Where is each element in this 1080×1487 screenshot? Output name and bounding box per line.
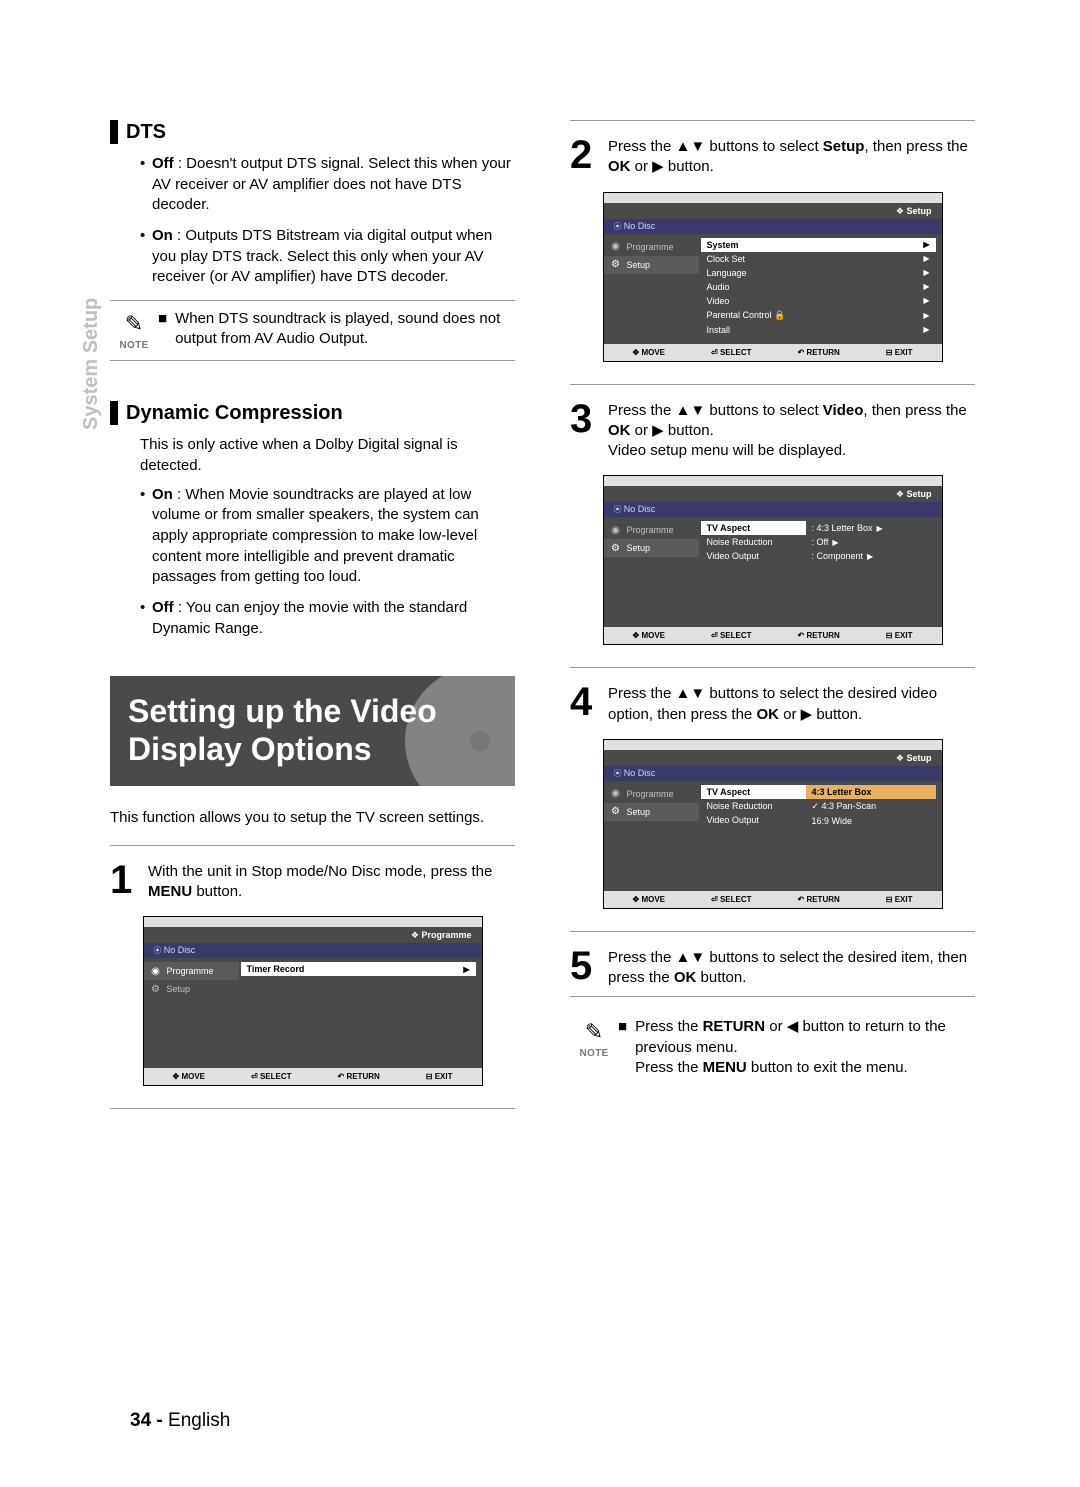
step-1: 1 With the unit in Stop mode/No Disc mod… <box>110 862 515 903</box>
disc-small-icon: ◉ <box>150 965 162 977</box>
divider <box>570 384 975 385</box>
dyncomp-list: On : When Movie soundtracks are played a… <box>110 485 515 640</box>
disc-small-icon: ◉ <box>610 241 622 253</box>
divider <box>570 996 975 997</box>
osd-label: Noise Reduction <box>701 799 806 813</box>
osd-value: : Component▶ <box>806 549 936 563</box>
osd-status: No Disc <box>604 219 942 234</box>
osd-side-programme: ◉Programme <box>604 238 699 256</box>
osd-option: 4:3 Letter Box <box>806 785 936 799</box>
osd-tvaspect-menu: Setup No Disc ◉Programme ⚙Setup TV Aspec… <box>603 739 943 909</box>
dyncomp-intro: This is only active when a Dolby Digital… <box>110 435 515 476</box>
gear-icon: ⚙ <box>610 806 622 818</box>
osd-option: ✓ 4:3 Pan-Scan <box>806 799 936 814</box>
osd-side-setup: ⚙Setup <box>604 539 699 557</box>
gear-icon: ⚙ <box>150 983 162 995</box>
osd-side-programme: ◉Programme <box>604 785 699 803</box>
osd-side-programme: ◉Programme <box>144 962 239 980</box>
step-5: 5 Press the ▲▼ buttons to select the des… <box>570 948 975 989</box>
section-title-box: Setting up the Video Display Options <box>110 676 515 787</box>
dts-heading: DTS <box>110 120 515 144</box>
step-3: 3 Press the ▲▼ buttons to select Video, … <box>570 401 975 462</box>
video-intro: This function allows you to setup the TV… <box>110 808 515 829</box>
osd-status: No Disc <box>604 766 942 781</box>
step-2: 2 Press the ▲▼ buttons to select Setup, … <box>570 137 975 178</box>
osd-legend: ✥ MOVE ⏎ SELECT ↶ RETURN ⊟ EXIT <box>604 891 942 908</box>
osd-side-setup: ⚙Setup <box>144 980 239 998</box>
osd-breadcrumb: Setup <box>604 750 942 766</box>
disc-small-icon: ◉ <box>610 788 622 800</box>
osd-option: 16:9 Wide <box>806 814 936 828</box>
dts-list: Off : Doesn't output DTS signal. Select … <box>110 154 515 288</box>
osd-setup-menu: Setup No Disc ◉Programme ⚙Setup System▶C… <box>603 192 943 362</box>
osd-row: Audio▶ <box>701 280 936 294</box>
note-text: When DTS soundtrack is played, sound doe… <box>175 309 515 350</box>
osd-value: : 4:3 Letter Box▶ <box>806 521 936 535</box>
osd-status: No Disc <box>604 502 942 517</box>
dts-off: Off : Doesn't output DTS signal. Select … <box>140 154 515 216</box>
divider <box>570 931 975 932</box>
osd-row-timer: Timer Record▶ <box>241 962 476 976</box>
note-icon: ✎ NOTE <box>110 309 158 352</box>
divider <box>570 120 975 121</box>
osd-label: Noise Reduction <box>701 535 806 549</box>
section-title: Setting up the Video Display Options <box>128 692 497 769</box>
osd-row: Language▶ <box>701 266 936 280</box>
dyncomp-on: On : When Movie soundtracks are played a… <box>140 485 515 588</box>
page-footer: 34 - English <box>130 1410 230 1432</box>
left-column: DTS Off : Doesn't output DTS signal. Sel… <box>110 120 515 1125</box>
osd-row: Parental Control 🔒▶ <box>701 308 936 323</box>
osd-breadcrumb: Programme <box>144 927 482 943</box>
osd-legend: ✥ MOVE ⏎ SELECT ↶ RETURN ⊟ EXIT <box>144 1068 482 1085</box>
osd-legend: ✥ MOVE ⏎ SELECT ↶ RETURN ⊟ EXIT <box>604 344 942 361</box>
gear-icon: ⚙ <box>610 542 622 554</box>
dyncomp-off: Off : You can enjoy the movie with the s… <box>140 598 515 639</box>
osd-value: : Off▶ <box>806 535 936 549</box>
step-4: 4 Press the ▲▼ buttons to select the des… <box>570 684 975 725</box>
osd-breadcrumb: Setup <box>604 486 942 502</box>
osd-video-menu: Setup No Disc ◉Programme ⚙Setup TV Aspec… <box>603 475 943 645</box>
note-icon: ✎ NOTE <box>570 1017 618 1060</box>
osd-breadcrumb: Setup <box>604 203 942 219</box>
osd-side-setup: ⚙Setup <box>604 256 699 274</box>
osd-row: Clock Set▶ <box>701 252 936 266</box>
divider <box>110 845 515 846</box>
osd-label: TV Aspect <box>701 521 806 535</box>
note-dts: ✎ NOTE ■ When DTS soundtrack is played, … <box>110 300 515 361</box>
osd-label: TV Aspect <box>701 785 806 799</box>
side-tab: System Setup <box>80 298 103 430</box>
step-number: 5 <box>570 948 608 984</box>
osd-legend: ✥ MOVE ⏎ SELECT ↶ RETURN ⊟ EXIT <box>604 627 942 644</box>
osd-row: Install▶ <box>701 323 936 337</box>
content-columns: DTS Off : Doesn't output DTS signal. Sel… <box>110 120 995 1125</box>
step-number: 1 <box>110 862 148 898</box>
osd-side-programme: ◉Programme <box>604 521 699 539</box>
osd-programme: Programme No Disc ◉Programme ⚙Setup Time… <box>143 916 483 1086</box>
disc-small-icon: ◉ <box>610 524 622 536</box>
osd-label: Video Output <box>701 813 806 827</box>
osd-label: Video Output <box>701 549 806 563</box>
step-number: 2 <box>570 137 608 173</box>
right-column: 2 Press the ▲▼ buttons to select Setup, … <box>570 120 975 1125</box>
divider <box>570 667 975 668</box>
step-number: 3 <box>570 401 608 437</box>
osd-status: No Disc <box>144 943 482 958</box>
gear-icon: ⚙ <box>610 259 622 271</box>
osd-row: System▶ <box>701 238 936 252</box>
divider <box>110 1108 515 1109</box>
osd-side-setup: ⚙Setup <box>604 803 699 821</box>
dyncomp-heading: Dynamic Compression <box>110 401 515 425</box>
osd-row: Video▶ <box>701 294 936 308</box>
step-number: 4 <box>570 684 608 720</box>
dts-on: On : Outputs DTS Bitstream via digital o… <box>140 226 515 288</box>
note-return: ✎ NOTE ■ Press the RETURN or ◀ button to… <box>570 1013 975 1086</box>
